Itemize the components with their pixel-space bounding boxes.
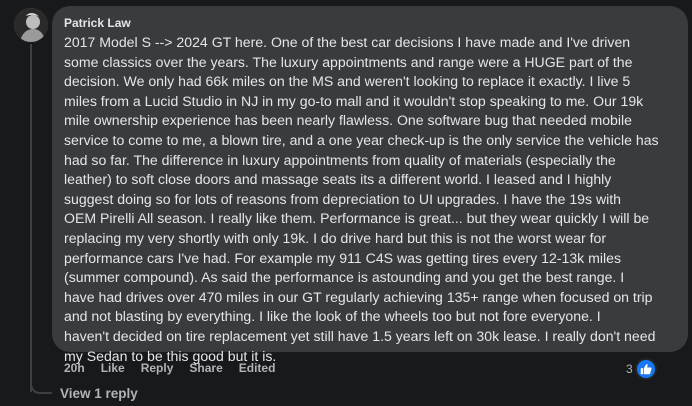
comment-line: suggest doing so for lots of reasons fro… — [64, 190, 622, 207]
comment-line: service to come to me, a blown tire, and… — [64, 131, 659, 148]
comment-line: and not blasting by everything. I like t… — [64, 308, 601, 325]
comment-actions: 20h Like Reply Share Edited — [64, 359, 291, 377]
comment-line: performance cars I've had. For example m… — [64, 249, 622, 266]
avatar-image — [14, 8, 48, 42]
reaction-count: 3 — [626, 362, 633, 376]
view-replies-link[interactable]: View 1 reply — [60, 386, 138, 401]
like-button[interactable]: Like — [101, 361, 125, 375]
comment-line: mile ownership experience has been nearl… — [64, 112, 632, 129]
comment-line: replacing my very shortly with only 19k.… — [64, 229, 607, 246]
thread-connector-hook — [30, 380, 52, 394]
thread-connector-line — [30, 44, 32, 392]
comment-author[interactable]: Patrick Law — [64, 15, 676, 31]
comment-body: 2017 Model S --> 2024 GT here. One of th… — [64, 33, 674, 366]
comment-line: haven't decided on tire replacement yet … — [64, 327, 656, 344]
comment-line: OEM Pirelli All season. I really like th… — [64, 210, 650, 227]
reaction-summary[interactable]: 3 — [626, 358, 657, 380]
comment-line: 2017 Model S --> 2024 GT here. One of th… — [64, 34, 631, 50]
comment-line: have had drives over 470 miles in our GT… — [64, 288, 653, 305]
comment-line: (summer compound). As said the performan… — [64, 269, 625, 286]
edited-label: Edited — [238, 361, 276, 375]
comment-line: leather) to soft close doors and massage… — [64, 171, 612, 188]
thumbs-up-icon — [634, 358, 657, 380]
share-button[interactable]: Share — [189, 361, 222, 375]
comment-thread: Patrick Law 2017 Model S --> 2024 GT her… — [0, 0, 692, 406]
reply-button[interactable]: Reply — [141, 361, 174, 375]
comment-line: some classics over the years. The luxury… — [64, 53, 633, 70]
comment-line: had so far. The difference in luxury app… — [64, 151, 616, 168]
comment-line: decision. We only had 66k miles on the M… — [64, 73, 631, 90]
avatar[interactable] — [14, 8, 48, 42]
comment-bubble: Patrick Law 2017 Model S --> 2024 GT her… — [52, 6, 688, 364]
comment-line: miles from a Lucid Studio in NJ in my go… — [64, 92, 644, 109]
comment-timestamp[interactable]: 20h — [64, 361, 85, 375]
